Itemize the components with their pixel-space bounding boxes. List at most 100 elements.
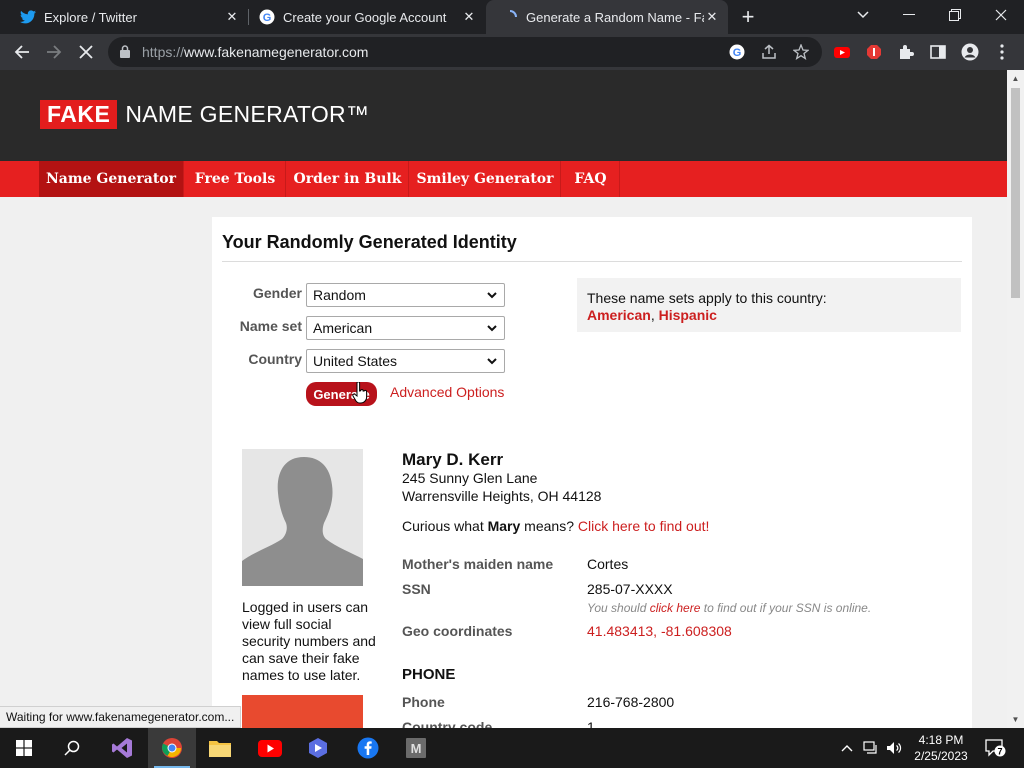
share-icon[interactable] xyxy=(760,43,778,61)
nav-name-generator[interactable]: Name Generator xyxy=(39,161,184,197)
geo-coordinates-link[interactable]: 41.483413, -81.608308 xyxy=(587,623,732,639)
maiden-name-value: Cortes xyxy=(587,556,629,572)
gender-label: Gender xyxy=(252,285,302,301)
forward-arrow-icon[interactable] xyxy=(40,38,68,66)
close-icon[interactable]: ✕ xyxy=(224,9,240,25)
back-arrow-icon[interactable] xyxy=(8,38,36,66)
country-code-value: 1 xyxy=(587,719,595,728)
scrollbar-thumb[interactable] xyxy=(1011,88,1020,298)
side-panel-icon[interactable] xyxy=(924,38,952,66)
tab-title: Generate a Random Name - Fake xyxy=(526,9,704,25)
visual-studio-icon[interactable] xyxy=(98,728,146,768)
nav-free-tools[interactable]: Free Tools xyxy=(185,161,286,197)
svg-text:M: M xyxy=(411,741,422,756)
site-logo[interactable]: FAKE NAME GENERATOR™ xyxy=(40,100,369,129)
name-meaning-link[interactable]: Click here to find out! xyxy=(578,518,710,534)
address-line-1: 245 Sunny Glen Lane xyxy=(402,470,538,486)
phone-value: 216-768-2800 xyxy=(587,694,675,710)
identity-card: Your Randomly Generated Identity Gender … xyxy=(212,217,972,728)
close-window-icon[interactable] xyxy=(978,0,1024,30)
tab-google-account[interactable]: G Create your Google Account ✕ xyxy=(249,0,485,34)
page-scrollbar[interactable]: ▲ ▼ xyxy=(1007,70,1024,728)
m-app-icon[interactable]: M xyxy=(392,728,440,768)
ssn-value: 285-07-XXXX xyxy=(587,581,673,597)
nav-faq[interactable]: FAQ xyxy=(562,161,620,197)
country-select[interactable]: United States xyxy=(306,349,505,373)
ssn-label: SSN xyxy=(402,581,431,597)
gender-select[interactable]: Random xyxy=(306,283,505,307)
chrome-taskbar-icon[interactable] xyxy=(148,728,196,768)
google-lens-icon[interactable]: G xyxy=(728,43,746,61)
nameset-label: Name set xyxy=(239,318,302,334)
name-meaning-text: Curious what Mary means? Click here to f… xyxy=(402,518,710,534)
country-code-label: Country code xyxy=(402,719,493,728)
chevron-down-icon xyxy=(486,288,498,305)
person-name: Mary D. Kerr xyxy=(402,450,504,469)
geo-label: Geo coordinates xyxy=(402,623,513,639)
notification-center-icon[interactable]: 7 xyxy=(980,728,1010,768)
country-value: United States xyxy=(313,353,398,369)
logo-text: NAME GENERATOR™ xyxy=(125,101,370,127)
nav-order-in-bulk[interactable]: Order in Bulk xyxy=(287,161,409,197)
avatar xyxy=(242,449,363,586)
loading-spinner-icon xyxy=(502,9,518,25)
nameset-value: American xyxy=(313,320,373,336)
tray-chevron-up-icon[interactable] xyxy=(838,728,856,768)
network-icon[interactable] xyxy=(860,728,882,768)
profile-avatar-icon[interactable] xyxy=(956,38,984,66)
close-icon[interactable]: ✕ xyxy=(704,9,720,25)
facebook-icon[interactable] xyxy=(344,728,392,768)
volume-icon[interactable] xyxy=(884,728,904,768)
tab-fake-name-generator[interactable]: Generate a Random Name - Fake ✕ xyxy=(486,0,728,34)
adblock-extension-icon[interactable] xyxy=(860,38,888,66)
bookmark-star-icon[interactable] xyxy=(792,43,810,61)
new-tab-button[interactable]: + xyxy=(736,4,760,29)
scroll-down-arrow-icon[interactable]: ▼ xyxy=(1007,711,1024,728)
minimize-icon[interactable] xyxy=(886,0,932,30)
notification-count: 7 xyxy=(997,747,1002,757)
mouse-cursor-icon xyxy=(352,381,368,409)
gender-value: Random xyxy=(313,287,366,303)
nameset-american-link[interactable]: American xyxy=(587,307,651,323)
ssn-check-link[interactable]: click here xyxy=(650,601,701,615)
nameset-info-text: These name sets apply to this country: xyxy=(587,290,827,306)
taskbar-clock[interactable]: 4:18 PM 2/25/2023 xyxy=(906,732,976,764)
stop-loading-icon[interactable] xyxy=(72,38,100,66)
clock-date: 2/25/2023 xyxy=(914,749,968,763)
youtube-extension-icon[interactable] xyxy=(828,38,856,66)
more-menu-icon[interactable] xyxy=(988,38,1016,66)
google-icon: G xyxy=(259,9,275,25)
nav-smiley-generator[interactable]: Smiley Generator xyxy=(410,161,561,197)
extensions-puzzle-icon[interactable] xyxy=(892,38,920,66)
country-label: Country xyxy=(248,351,302,367)
logo-fake: FAKE xyxy=(40,100,118,129)
file-explorer-icon[interactable] xyxy=(196,728,244,768)
twitter-icon xyxy=(20,9,36,25)
tab-search-icon[interactable] xyxy=(840,0,886,30)
close-icon[interactable]: ✕ xyxy=(461,9,477,25)
phone-heading: PHONE xyxy=(402,666,456,683)
restore-icon[interactable] xyxy=(932,0,978,30)
address-bar[interactable]: https://www.fakenamegenerator.com G xyxy=(108,37,822,67)
tab-twitter[interactable]: Explore / Twitter ✕ xyxy=(0,0,248,34)
chevron-down-icon xyxy=(486,321,498,338)
nameset-select[interactable]: American xyxy=(306,316,505,340)
phone-label: Phone xyxy=(402,694,445,710)
browser-toolbar: https://www.fakenamegenerator.com G xyxy=(0,34,1024,70)
advanced-options-link[interactable]: Advanced Options xyxy=(390,384,504,400)
lock-icon[interactable] xyxy=(120,45,130,63)
status-bar: Waiting for www.fakenamegenerator.com... xyxy=(0,706,242,728)
nameset-hispanic-link[interactable]: Hispanic xyxy=(659,307,717,323)
login-note: Logged in users can view full social sec… xyxy=(242,599,376,683)
maiden-name-label: Mother's maiden name xyxy=(402,556,554,572)
tab-title: Create your Google Account xyxy=(283,9,447,25)
url-text: https://www.fakenamegenerator.com xyxy=(142,44,369,60)
promo-banner[interactable] xyxy=(242,695,363,728)
search-icon[interactable] xyxy=(48,728,96,768)
clock-time: 4:18 PM xyxy=(918,733,964,747)
tab-strip: Explore / Twitter ✕ G Create your Google… xyxy=(0,0,1024,34)
windows-start-icon[interactable] xyxy=(0,728,48,768)
media-app-icon[interactable] xyxy=(294,728,342,768)
scroll-up-arrow-icon[interactable]: ▲ xyxy=(1007,70,1024,87)
youtube-app-icon[interactable] xyxy=(246,728,294,768)
